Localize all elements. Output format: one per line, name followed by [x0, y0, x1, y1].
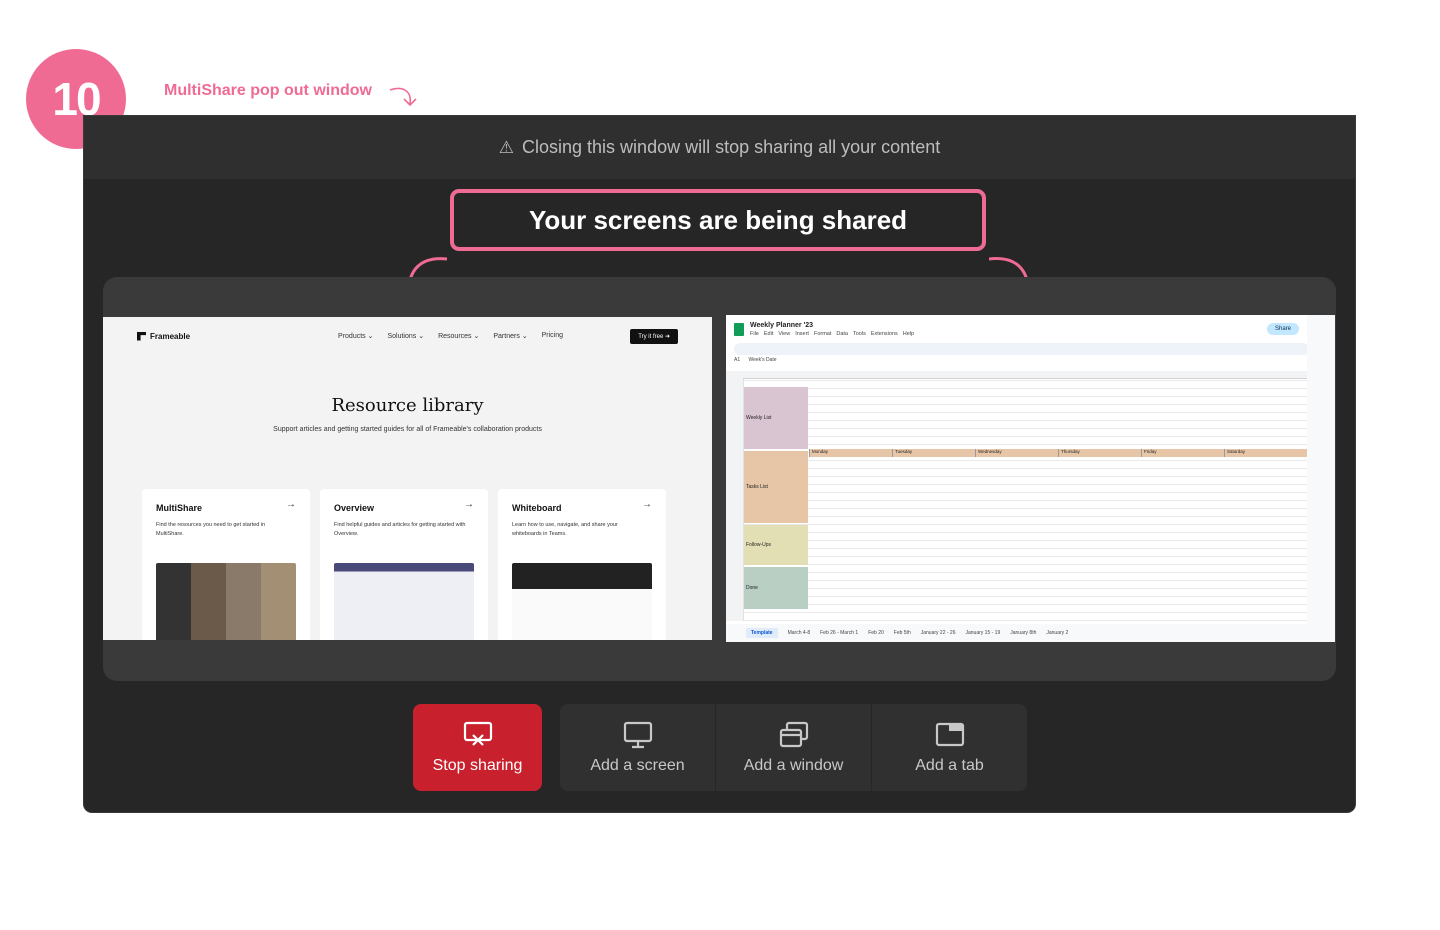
- sheets-toolbar: [734, 343, 1309, 355]
- sheet-tab: January 15 - 19: [965, 630, 1001, 636]
- stop-screen-share-icon: [463, 721, 492, 746]
- card-thumbnail: [156, 563, 296, 640]
- frameable-nav: Frameable Products ⌄ Solutions ⌄ Resourc…: [103, 317, 712, 355]
- menu-tools: Tools: [853, 330, 866, 337]
- card-thumbnail: [512, 563, 652, 640]
- add-window-label: Add a window: [743, 756, 844, 774]
- sheets-icon: [734, 322, 744, 336]
- card-text: Find the resources you need to get start…: [156, 522, 266, 537]
- sheet-tabs: Template March 4-8 Feb 26 - March 1 Feb …: [726, 624, 1307, 642]
- day-friday: Friday: [1141, 449, 1224, 457]
- frameable-logo: Frameable: [137, 331, 191, 341]
- browser-tab-icon: [935, 722, 964, 746]
- card-title: MultiShare: [156, 503, 203, 513]
- sheet-title: Weekly Planner '23: [750, 321, 814, 329]
- row-band-weekly: Weekly List: [744, 387, 808, 449]
- day-tuesday: Tuesday: [892, 449, 975, 457]
- annotation-label: MultiShare pop out window: [164, 82, 372, 99]
- screen-preview-frameable[interactable]: Frameable Products ⌄ Solutions ⌄ Resourc…: [103, 317, 712, 640]
- sheets-share-button: Share: [1266, 323, 1299, 335]
- day-wednesday: Wednesday: [975, 449, 1058, 457]
- resource-library-title: Resource library: [331, 395, 484, 416]
- day-headers: Monday Tuesday Wednesday Thursday Friday…: [809, 449, 1307, 457]
- row-header: [726, 378, 743, 621]
- menu-file: File: [750, 330, 759, 337]
- warning-icon: ⚠: [498, 137, 515, 157]
- menu-help: Help: [902, 330, 915, 337]
- shared-screens-preview: Frameable Products ⌄ Solutions ⌄ Resourc…: [103, 277, 1336, 681]
- sheet-tab: Feb 26 - March 1: [820, 630, 859, 636]
- multishare-window: ⚠ Closing this window will stop sharing …: [84, 116, 1355, 812]
- card-overview: → Overview Find helpful guides and artic…: [320, 489, 488, 640]
- card-title: Whiteboard: [512, 503, 562, 513]
- arrow-right-icon: →: [286, 499, 296, 510]
- sharing-headline: Your screens are being shared: [450, 189, 986, 251]
- sheet-tab: Feb 5th: [893, 630, 911, 636]
- add-screen-label: Add a screen: [590, 756, 685, 774]
- day-monday: Monday: [809, 449, 892, 457]
- card-text: Learn how to use, navigate, and share yo…: [512, 522, 618, 537]
- add-screen-button[interactable]: Add a screen: [560, 704, 716, 791]
- card-whiteboard: → Whiteboard Learn how to use, navigate,…: [498, 489, 666, 640]
- card-title: Overview: [334, 503, 375, 513]
- menu-insert: Insert: [795, 330, 809, 337]
- sheet-tab-template: Template: [746, 628, 778, 638]
- sheet-tab: March 4-8: [787, 630, 811, 636]
- add-tab-button[interactable]: Add a tab: [872, 704, 1027, 791]
- card-multishare: → MultiShare Find the resources you need…: [142, 489, 310, 640]
- formula-value: Week's Date: [748, 357, 777, 363]
- nav-pricing: Pricing: [541, 332, 564, 339]
- sheet-tab: January 2: [1046, 630, 1069, 636]
- menu-format: Format: [813, 330, 832, 337]
- menu-data: Data: [836, 330, 848, 337]
- sheets-side-panel: [1307, 315, 1335, 642]
- add-tab-label: Add a tab: [915, 756, 984, 774]
- formula-bar: A1 Week's Date: [726, 355, 1335, 367]
- day-saturday: Saturday: [1224, 449, 1307, 457]
- sheet-grid: Weekly List Tasks List Follow-Ups Done M…: [726, 371, 1307, 621]
- warning-bar: ⚠ Closing this window will stop sharing …: [84, 116, 1355, 179]
- nav-resources: Resources ⌄: [438, 333, 480, 340]
- monitor-icon: [623, 721, 652, 748]
- card-thumbnail: [334, 563, 474, 640]
- sheet-tab: January 8th: [1010, 630, 1037, 636]
- warning-text: Closing this window will stop sharing al…: [522, 137, 941, 157]
- card-text: Find helpful guides and articles for get…: [334, 522, 466, 537]
- stop-sharing-label: Stop sharing: [432, 756, 523, 774]
- nav-partners: Partners ⌄: [493, 333, 528, 340]
- row-band-follow-ups: Follow-Ups: [744, 525, 808, 565]
- frameable-logo-icon: [137, 331, 146, 341]
- try-free-button: Try it free ➜: [630, 328, 678, 344]
- add-source-group: Add a screen Add a window Add a tab: [560, 704, 1027, 791]
- day-thursday: Thursday: [1058, 449, 1141, 457]
- stop-sharing-button[interactable]: Stop sharing: [413, 704, 542, 791]
- nav-products: Products ⌄: [338, 333, 374, 340]
- cell-reference: A1: [734, 357, 741, 363]
- sheet-tab: January 22 - 26: [920, 630, 956, 636]
- add-window-button[interactable]: Add a window: [716, 704, 872, 791]
- sheets-header: Weekly Planner '23 File Edit View Insert…: [726, 315, 1335, 343]
- resource-library-subtitle: Support articles and getting started gui…: [273, 426, 542, 433]
- row-band-done: Done: [744, 567, 808, 609]
- menu-edit: Edit: [763, 330, 774, 337]
- menu-view: View: [778, 330, 791, 337]
- nav-solutions: Solutions ⌄: [387, 333, 425, 340]
- menu-extensions: Extensions: [870, 330, 898, 337]
- arrow-right-icon: →: [642, 499, 652, 510]
- windows-icon: [779, 721, 808, 747]
- arrow-right-icon: →: [464, 499, 474, 510]
- curved-arrow-icon: [389, 87, 417, 107]
- share-controls: Stop sharing Add a screen Add a window A…: [84, 704, 1355, 791]
- row-band-tasks: Tasks List: [744, 451, 808, 523]
- sheet-tab: Feb 20: [868, 630, 884, 636]
- screen-preview-sheets[interactable]: Weekly Planner '23 File Edit View Insert…: [726, 315, 1335, 642]
- column-header: [726, 371, 1307, 379]
- frameable-logo-text: Frameable: [150, 331, 191, 341]
